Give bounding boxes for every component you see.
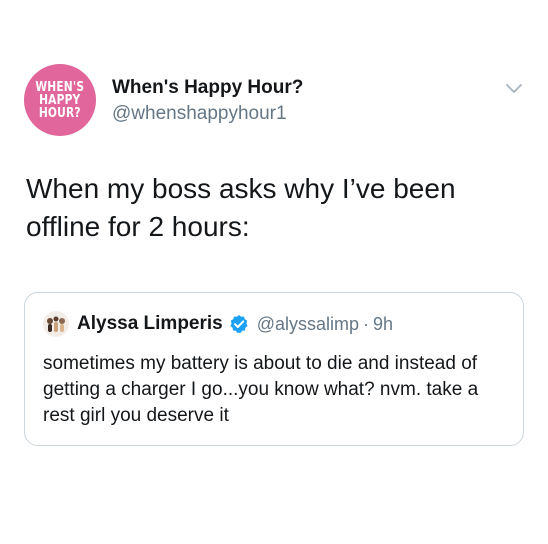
quoted-tweet-text: sometimes my battery is about to die and… [43,353,479,426]
author-avatar[interactable]: WHEN'S HAPPY HOUR? [24,64,96,136]
quoted-tweet-time[interactable]: 9h [373,314,393,335]
avatar-logo-text: WHEN'S HAPPY HOUR? [36,81,85,120]
author-info: When's Happy Hour? @whenshappyhour1 [112,76,303,126]
meta-separator: · [363,313,370,334]
chevron-down-icon[interactable] [504,78,524,98]
author-handle[interactable]: @whenshappyhour1 [112,102,303,126]
quoted-author-handle[interactable]: @alyssalimp [257,314,359,335]
tweet: WHEN'S HAPPY HOUR? When's Happy Hour? @w… [0,0,548,544]
quoted-tweet-header: Alyssa Limperis @alyssalimp · 9h [43,311,393,337]
quoted-author-avatar[interactable] [43,311,69,337]
author-display-name[interactable]: When's Happy Hour? [112,76,303,100]
avatar-line-3: HOUR? [39,105,81,121]
tweet-text: When my boss asks why I’ve been offline … [26,173,456,242]
verified-badge-icon [230,315,248,333]
quoted-author-display-name[interactable]: Alyssa Limperis [77,313,223,335]
quoted-tweet-card[interactable]: Alyssa Limperis @alyssalimp · 9h sometim… [24,292,524,446]
